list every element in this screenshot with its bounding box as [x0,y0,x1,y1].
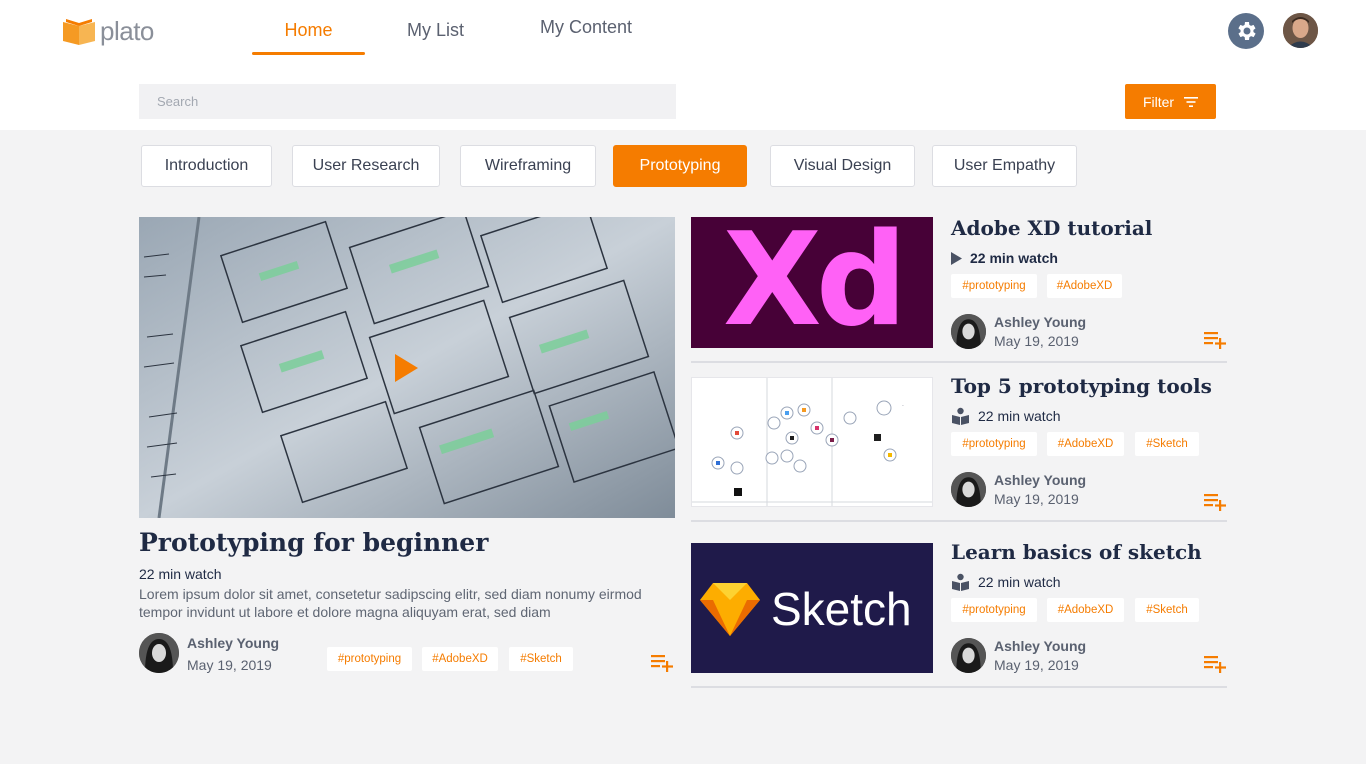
author-photo [139,633,179,673]
tab-my-list[interactable]: My List [407,20,464,41]
category-introduction[interactable]: Introduction [141,145,272,187]
item-watch-label: 22 min watch [978,408,1061,424]
plato-logo[interactable]: plato [62,16,154,47]
tag-prototyping[interactable]: #prototyping [951,598,1037,622]
item-watch-time: 22 min watch [951,407,1060,425]
search-input[interactable] [139,84,676,119]
play-icon[interactable] [393,352,419,384]
category-wireframing[interactable]: Wireframing [460,145,596,187]
play-icon [951,251,962,265]
author-avatar[interactable] [951,638,986,673]
playlist-add-icon[interactable] [651,655,675,673]
tag-adobexd[interactable]: #AdobeXD [1047,598,1124,622]
author-photo [951,314,986,349]
user-photo [1283,13,1318,48]
author-name[interactable]: Ashley Young [187,635,279,651]
tools-map-image: · [692,378,932,506]
author-avatar[interactable] [951,314,986,349]
book-icon [952,573,969,591]
playlist-add-icon[interactable] [1204,656,1228,674]
author-name[interactable]: Ashley Young [994,314,1086,330]
featured-description-line-1: Lorem ipsum dolor sit amet, consetetur s… [139,586,642,602]
item-title[interactable]: Learn basics of sketch [951,540,1202,564]
item-thumbnail-sketch[interactable]: Sketch [691,543,933,673]
author-name[interactable]: Ashley Young [994,638,1086,654]
user-avatar[interactable] [1283,13,1318,48]
app-name: plato [100,16,154,46]
tag-prototyping[interactable]: #prototyping [327,647,412,671]
playlist-add-icon[interactable] [1204,332,1228,350]
item-thumbnail-adobe-xd[interactable]: Xd [691,217,933,348]
featured-watch-time: 22 min watch [139,566,222,582]
publish-date: May 19, 2019 [187,657,272,673]
featured-title[interactable]: Prototyping for beginner [139,528,488,557]
featured-description: Lorem ipsum dolor sit amet, consetetur s… [139,585,679,621]
author-name[interactable]: Ashley Young [994,472,1086,488]
item-watch-time: 22 min watch [951,573,1060,591]
featured-description-line-2: tempor invidunt ut labore et dolore magn… [139,604,551,620]
author-photo [951,472,986,507]
tag-adobexd[interactable]: #AdobeXD [422,647,498,671]
tag-prototyping[interactable]: #prototyping [951,274,1037,298]
category-visual-design[interactable]: Visual Design [770,145,915,187]
svg-text:·: · [902,403,904,410]
sketch-logo-text: Sketch [771,583,912,635]
gear-icon [1238,22,1256,40]
item-watch-time: 22 min watch [951,250,1058,266]
tab-home[interactable]: Home [252,19,365,55]
item-divider [691,686,1227,688]
filter-label: Filter [1142,93,1175,110]
top-bar: plato Home My List My Content Filter [0,0,1366,130]
category-user-research[interactable]: User Research [292,145,440,187]
category-user-empathy[interactable]: User Empathy [932,145,1077,187]
tag-adobexd[interactable]: #AdobeXD [1047,432,1124,456]
item-divider [691,520,1227,522]
item-title[interactable]: Adobe XD tutorial [951,216,1152,240]
author-photo [951,638,986,673]
book-icon [952,407,969,425]
tab-my-content[interactable]: My Content [540,17,632,38]
author-avatar[interactable] [951,472,986,507]
xd-logo-text: Xd [723,217,907,348]
sketch-diamond-icon [700,583,760,636]
tag-prototyping[interactable]: #prototyping [951,432,1037,456]
publish-date: May 19, 2019 [994,657,1079,673]
filter-icon [1184,96,1199,107]
tag-adobexd[interactable]: #AdobeXD [1047,274,1122,298]
item-watch-label: 22 min watch [978,574,1061,590]
tag-sketch[interactable]: #Sketch [509,647,573,671]
tag-sketch[interactable]: #Sketch [1135,598,1199,622]
filter-button[interactable]: Filter [1125,84,1216,119]
publish-date: May 19, 2019 [994,333,1079,349]
settings-button[interactable] [1228,13,1264,49]
item-watch-label: 22 min watch [970,250,1058,266]
author-avatar[interactable] [139,633,179,673]
publish-date: May 19, 2019 [994,491,1079,507]
playlist-add-icon[interactable] [1204,494,1228,512]
tag-sketch[interactable]: #Sketch [1135,432,1199,456]
category-prototyping[interactable]: Prototyping [613,145,747,187]
item-title[interactable]: Top 5 prototyping tools [951,374,1212,398]
item-divider [691,361,1227,363]
item-thumbnail-tools-chart[interactable]: · [691,377,933,507]
book-logo-icon [63,18,95,45]
